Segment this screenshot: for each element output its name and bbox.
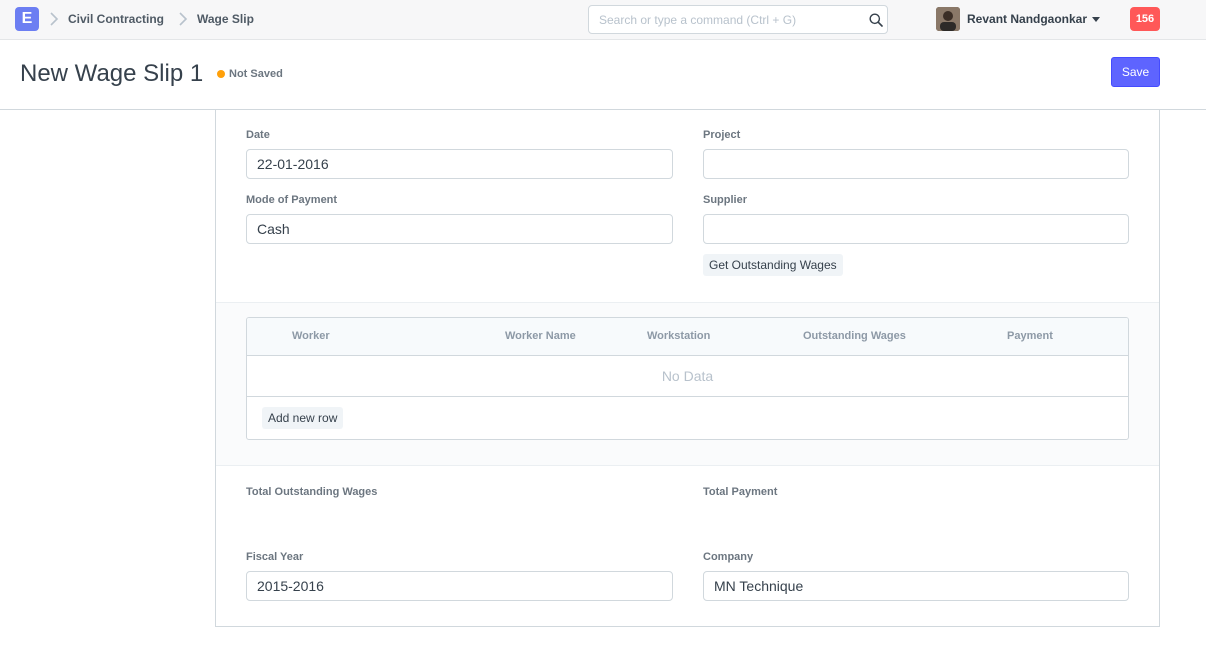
breadcrumb-civil-contracting[interactable]: Civil Contracting: [68, 12, 164, 26]
save-button[interactable]: Save: [1111, 57, 1160, 87]
mode-of-payment-label: Mode of Payment: [246, 194, 338, 206]
breadcrumb-wage-slip[interactable]: Wage Slip: [197, 12, 254, 26]
project-field[interactable]: [703, 149, 1129, 179]
user-menu-name[interactable]: Revant Nandgaonkar: [967, 12, 1087, 26]
fiscal-year-field[interactable]: [246, 571, 673, 601]
search-box: [588, 5, 888, 34]
get-outstanding-wages-button[interactable]: Get Outstanding Wages: [703, 254, 843, 276]
grid-column-outstanding-wages: Outstanding Wages: [803, 330, 906, 342]
page-head: New Wage Slip 1 Not Saved Save: [0, 40, 1206, 110]
fiscal-year-label: Fiscal Year: [246, 551, 304, 563]
grid-column-worker: Worker: [292, 330, 330, 342]
date-field[interactable]: [246, 149, 673, 179]
grid-column-worker-name: Worker Name: [505, 330, 576, 342]
notification-badge[interactable]: 156: [1130, 7, 1160, 31]
grid-empty-message: No Data: [247, 356, 1128, 397]
navbar: E Civil Contracting Wage Slip Revant Nan…: [0, 0, 1206, 40]
total-outstanding-wages-label: Total Outstanding Wages: [246, 486, 378, 498]
caret-down-icon[interactable]: [1092, 17, 1100, 22]
grid-header: Worker Worker Name Workstation Outstandi…: [247, 318, 1128, 356]
supplier-label: Supplier: [703, 194, 748, 206]
project-label: Project: [703, 129, 741, 141]
chevron-right-icon: [49, 11, 59, 27]
status-indicator-text: Not Saved: [229, 68, 283, 80]
total-payment-label: Total Payment: [703, 486, 778, 498]
avatar[interactable]: [936, 7, 960, 31]
status-indicator-dot: [217, 70, 225, 78]
search-input[interactable]: [589, 6, 859, 33]
app-logo[interactable]: E: [15, 7, 39, 31]
search-icon[interactable]: [869, 13, 883, 27]
wages-grid: Worker Worker Name Workstation Outstandi…: [246, 317, 1129, 440]
page-title: New Wage Slip 1: [20, 60, 204, 87]
add-new-row-button[interactable]: Add new row: [262, 407, 344, 429]
mode-of-payment-field[interactable]: [246, 214, 673, 244]
grid-column-workstation: Workstation: [647, 330, 711, 342]
chevron-right-icon: [178, 11, 188, 27]
company-label: Company: [703, 551, 754, 563]
supplier-field[interactable]: [703, 214, 1129, 244]
grid-column-payment: Payment: [1007, 330, 1053, 342]
company-field[interactable]: [703, 571, 1129, 601]
date-label: Date: [246, 129, 270, 141]
